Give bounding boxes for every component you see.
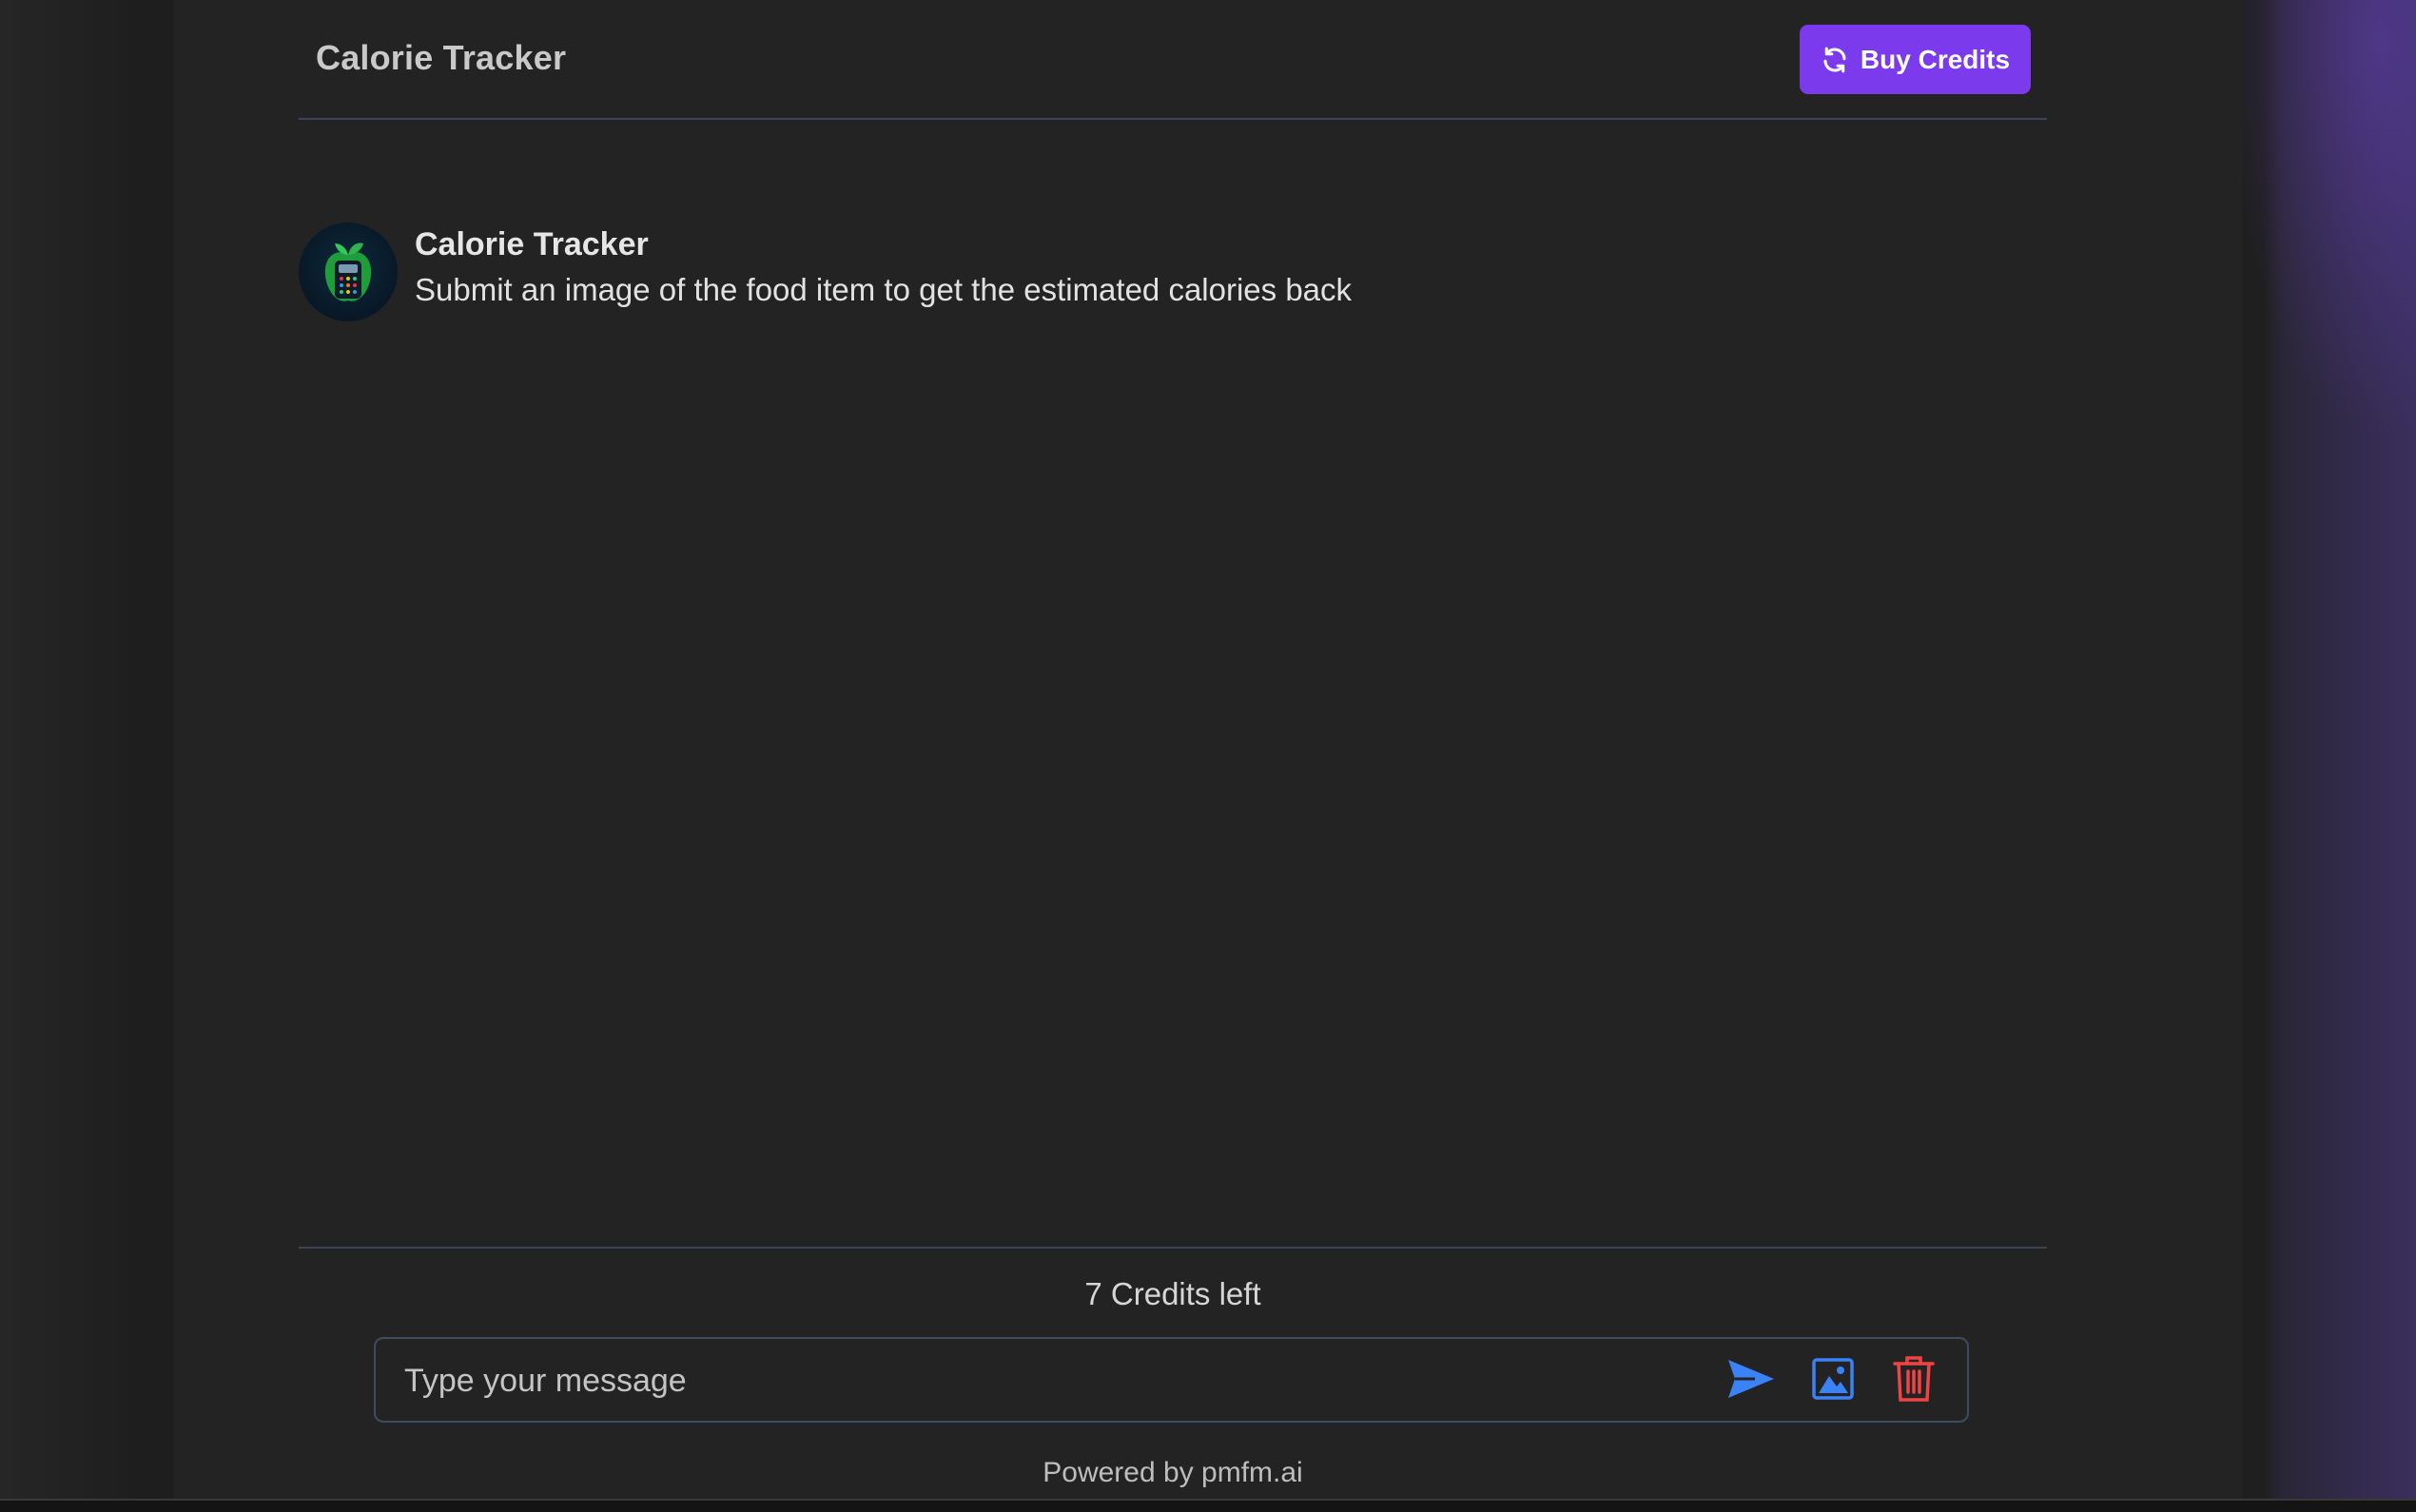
send-icon xyxy=(1726,1358,1776,1404)
powered-by: Powered by pmfm.ai xyxy=(1042,1457,1303,1488)
footer-divider xyxy=(299,1247,2047,1249)
app-container: Calorie Tracker Buy Credits Calorie Trac… xyxy=(174,0,2242,1501)
upload-image-button[interactable] xyxy=(1807,1355,1859,1406)
chat-message: Calorie Tracker Submit an image of the f… xyxy=(299,221,2047,325)
message-composer xyxy=(374,1337,1969,1423)
header: Calorie Tracker Buy Credits xyxy=(299,0,2047,120)
page-title: Calorie Tracker xyxy=(316,38,567,77)
credits-remaining: 7 Credits left xyxy=(1084,1276,1261,1311)
buy-credits-button[interactable]: Buy Credits xyxy=(1800,25,2031,94)
delete-button[interactable] xyxy=(1888,1355,1939,1406)
send-button[interactable] xyxy=(1725,1355,1777,1406)
calorie-tracker-logo-icon xyxy=(299,223,398,321)
message-text: Submit an image of the food item to get … xyxy=(415,272,1353,307)
message-input[interactable] xyxy=(402,1339,1643,1423)
buy-credits-label: Buy Credits xyxy=(1860,44,2011,74)
refresh-icon xyxy=(1821,46,1849,74)
background-glow xyxy=(2226,0,2416,437)
trash-icon xyxy=(1892,1354,1936,1407)
image-icon xyxy=(1811,1357,1855,1405)
message-author: Calorie Tracker xyxy=(415,226,649,262)
